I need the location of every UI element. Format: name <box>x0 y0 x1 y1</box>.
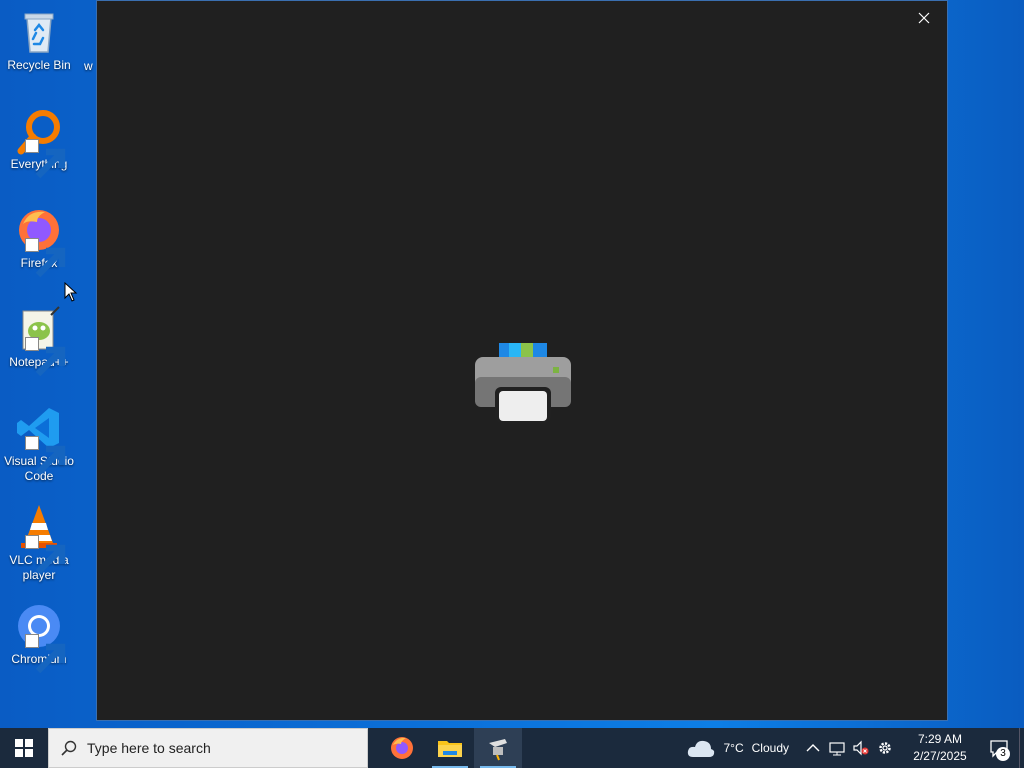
clock-date: 2/27/2025 <box>913 749 967 763</box>
shortcut-arrow-icon <box>25 337 66 377</box>
volume-button[interactable] <box>849 728 873 768</box>
desktop-icon-everything[interactable]: Everything <box>2 107 76 179</box>
notepad-plus-plus-icon <box>15 305 66 377</box>
printer-app-icon <box>489 739 507 761</box>
chevron-up-icon <box>806 744 820 752</box>
volume-muted-icon <box>853 740 869 756</box>
chromium-icon <box>15 602 66 674</box>
shortcut-arrow-icon <box>25 634 66 674</box>
mouse-cursor-icon <box>64 282 78 302</box>
windows-logo-icon <box>15 739 33 757</box>
desktop-icon-notepad-plus-plus[interactable]: Notepad++ <box>2 305 76 377</box>
close-icon <box>918 12 930 24</box>
partial-desktop-label: w <box>84 59 93 73</box>
action-center-button[interactable]: 3 <box>979 728 1019 768</box>
desktop-icon-vscode[interactable]: Visual Studio Code <box>2 404 76 484</box>
printer-icon <box>473 341 573 425</box>
shortcut-arrow-icon <box>25 139 66 179</box>
taskbar-search-box[interactable]: Type here to search <box>48 728 368 768</box>
search-placeholder: Type here to search <box>87 740 211 756</box>
firefox-icon <box>391 737 413 759</box>
taskbar: Type here to search 7°C Cloudy 7:29 AM 2… <box>0 728 1024 768</box>
taskbar-file-explorer-button[interactable] <box>426 728 474 768</box>
file-explorer-icon <box>438 741 462 757</box>
recycle-bin-icon <box>15 8 63 56</box>
cloud-icon <box>687 740 714 757</box>
vlc-cone-icon <box>15 503 66 575</box>
weather-temp: 7°C <box>723 741 744 755</box>
weather-condition: Cloudy <box>751 741 789 755</box>
weather-widget[interactable]: 7°C Cloudy <box>686 737 789 759</box>
desktop-icon-recycle-bin[interactable]: Recycle Bin <box>2 8 76 73</box>
show-desktop-button[interactable] <box>1019 728 1024 768</box>
network-button[interactable] <box>825 728 849 768</box>
print-app-window <box>96 0 948 721</box>
start-button[interactable] <box>0 728 48 768</box>
taskbar-printer-app-button[interactable] <box>474 728 522 768</box>
desktop-icon-firefox[interactable]: Firefox <box>2 206 76 278</box>
show-hidden-icons-button[interactable] <box>801 728 825 768</box>
everything-search-icon <box>15 107 66 179</box>
network-icon <box>829 742 845 756</box>
gear-icon <box>879 742 891 754</box>
desktop-icon-chromium[interactable]: Chromium <box>2 602 76 674</box>
desktop-icon-label: Recycle Bin <box>7 58 71 72</box>
notification-count-badge: 3 <box>996 747 1010 761</box>
clock-time: 7:29 AM <box>917 732 963 746</box>
firefox-icon <box>15 206 66 278</box>
vscode-icon <box>15 404 66 476</box>
settings-button[interactable] <box>873 728 897 768</box>
taskbar-firefox-button[interactable] <box>378 728 426 768</box>
taskbar-clock[interactable]: 7:29 AM 2/27/2025 <box>901 731 979 765</box>
shortcut-arrow-icon <box>25 535 66 575</box>
shortcut-arrow-icon <box>25 238 66 278</box>
close-button[interactable] <box>901 1 947 35</box>
search-icon <box>61 740 77 756</box>
shortcut-arrow-icon <box>25 436 66 476</box>
desktop-icon-vlc[interactable]: VLC media player <box>2 503 76 583</box>
